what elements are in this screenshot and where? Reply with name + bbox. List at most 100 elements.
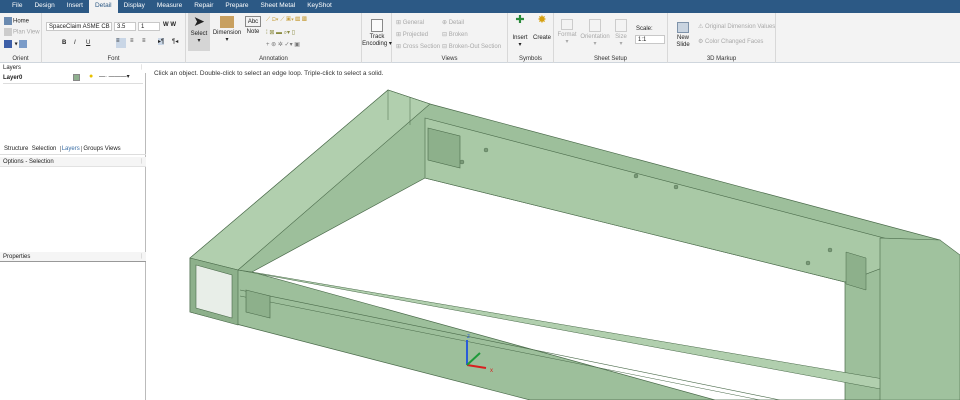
track-group: Track Encoding ▾ [362,13,392,63]
symbol-create-button[interactable]: ✸ Create [532,14,552,42]
view-broken-button[interactable]: ⊟ Broken [442,31,468,38]
size-icon [615,19,627,32]
format-label: Format [557,32,577,38]
dimension-label: Dimension [212,30,242,36]
symbol-create-label: Create [532,35,551,41]
bold-button[interactable]: B [62,40,66,46]
pin-icon[interactable]: ᛁ [139,252,143,262]
tab-insert[interactable]: Insert [61,0,89,13]
symbol-insert-button[interactable]: ✚ Insert ▾ [510,14,530,49]
line-style-select[interactable]: —· ———▾ [99,73,130,80]
markup-group: New Slide ⚠ Original Dimension Values ⚙ … [668,13,776,63]
layers-title: Layers [3,65,22,71]
centerline-icon[interactable]: + ⊛ ✲ ✓▾ ▣ [266,41,300,48]
orientation-button[interactable]: Orientation ▾ [578,19,612,48]
track-encoding-button[interactable]: Track Encoding ▾ [362,19,392,48]
view-broken-out-button[interactable]: ⊟ Broken-Out Section [442,43,501,50]
italic-button[interactable]: I [74,40,76,46]
tab-prepare[interactable]: Prepare [219,0,254,13]
pointer-icon: ➤ [193,13,205,29]
scale-input[interactable]: 1:1 [635,35,665,44]
layer-row[interactable]: Layer0 ● —· ———▾ [3,73,143,84]
select-button[interactable]: ➤ Select ▾ [188,13,210,51]
text-width-button[interactable]: W W [163,22,176,28]
font-group: SpaceClaim ASME CB 3.5 1 W W B I U ≡ ≡ ≡… [42,13,186,63]
font-size-select[interactable]: 3.5 [114,22,136,31]
layer-color-swatch[interactable] [73,74,80,81]
tab-sheet-metal[interactable]: Sheet Metal [255,0,302,13]
lightbulb-icon[interactable]: ● [89,73,93,80]
plan-view-label: Plan View [13,29,40,36]
view-projected-button[interactable]: ⊞ Projected [396,31,428,38]
format-icon [561,19,573,30]
track-encoding-label: Track Encoding [362,34,388,47]
options-panel-header: Options - Selection ᛁ [0,157,146,167]
panel-tab-groups[interactable]: Groups [83,146,103,152]
tab-file[interactable]: File [6,0,28,13]
symbol-create-icon: ✸ [537,14,547,26]
size-button[interactable]: Size ▾ [612,19,630,48]
panel-tab-layers[interactable]: Layers [59,146,82,152]
plan-view-button[interactable]: Plan View [4,28,40,36]
align-right-button[interactable]: ≡ [142,38,146,44]
tab-design[interactable]: Design [28,0,60,13]
select-label: Select [190,31,208,37]
home-icon [4,17,12,25]
align-left-button[interactable]: ≡ [116,38,126,48]
view-general-button[interactable]: ⊞ General [396,19,424,26]
z-axis-label: z [467,334,470,340]
right-post [879,237,960,400]
note-button[interactable]: Abc Note [244,16,262,36]
note-icon: Abc [245,16,261,27]
home-button[interactable]: Home [4,17,29,25]
format-button[interactable]: Format ▾ [556,19,578,46]
dimension-icon [220,16,234,28]
view-broken-label: Broken [448,32,468,38]
font-scale-select[interactable]: 1 [138,22,160,31]
datum-icon[interactable]: ⁞ ⊠ ▬ ⌕▾ ▯ [266,29,295,37]
dimension-button[interactable]: Dimension ▾ [212,16,242,44]
pin-icon[interactable]: ᛁ [139,63,143,73]
view-general-label: General [402,20,425,26]
orient-group-label: Orient [12,56,29,62]
align-center-button[interactable]: ≡ [130,38,134,44]
x-axis-label: x [490,368,493,374]
annotation-group-label: Annotation [259,56,288,62]
orient-group: Home Plan View ▾ Orient [0,13,42,63]
tab-repair[interactable]: Repair [188,0,219,13]
ltr-button[interactable]: ▸¶ [158,38,165,45]
view-detail-label: Detail [448,20,465,26]
panel-tab-structure[interactable]: Structure [4,146,28,152]
symbol-insert-label: Insert [512,35,528,41]
view-cube-button[interactable]: ▾ [4,40,28,48]
font-group-label: Font [107,56,120,62]
view-cross-section-button[interactable]: ⊞ Cross Section [396,43,440,50]
original-dimension-values-label: Original Dimension Values [705,24,776,30]
orientation-label: Orientation [580,34,610,40]
view-cross-section-label: Cross Section [402,44,441,50]
tab-display[interactable]: Display [118,0,151,13]
panel-tab-selection[interactable]: Selection [32,146,57,152]
color-changed-faces-button[interactable]: ⚙ Color Changed Faces [698,38,763,45]
pin-icon[interactable]: ᛁ [139,157,143,167]
leader-icon[interactable]: ⟋ ⊡▾ ⟋ ▣▾ ▥ ▩ [266,17,307,24]
properties-title: Properties [3,254,31,260]
model-frame[interactable]: z x [148,63,960,400]
view-detail-button[interactable]: ⊕ Detail [442,19,464,26]
symbols-group-label: Symbols [518,56,542,62]
font-family-select[interactable]: SpaceClaim ASME CB [46,22,112,31]
new-slide-button[interactable]: New Slide [672,22,694,49]
underline-button[interactable]: U [86,40,90,46]
tab-detail[interactable]: Detail [88,0,118,13]
original-dimension-values-button[interactable]: ⚠ Original Dimension Values [698,23,775,30]
3d-viewport[interactable]: Click an object. Double-click to select … [148,63,960,400]
left-panel: Layers ᛁ Layer0 ● —· ———▾ Structure Selec… [0,63,146,400]
ribbon: Home Plan View ▾ Orient SpaceClaim ASME … [0,13,960,63]
symbol-insert-icon: ✚ [515,14,525,26]
tab-measure[interactable]: Measure [151,0,188,13]
tab-keyshot[interactable]: KeyShot [301,0,338,13]
sheet-setup-group-label: Sheet Setup [593,56,628,62]
panel-tab-views[interactable]: Views [105,146,121,152]
layer-name: Layer0 [3,75,23,81]
rtl-button[interactable]: ¶◂ [172,38,178,45]
